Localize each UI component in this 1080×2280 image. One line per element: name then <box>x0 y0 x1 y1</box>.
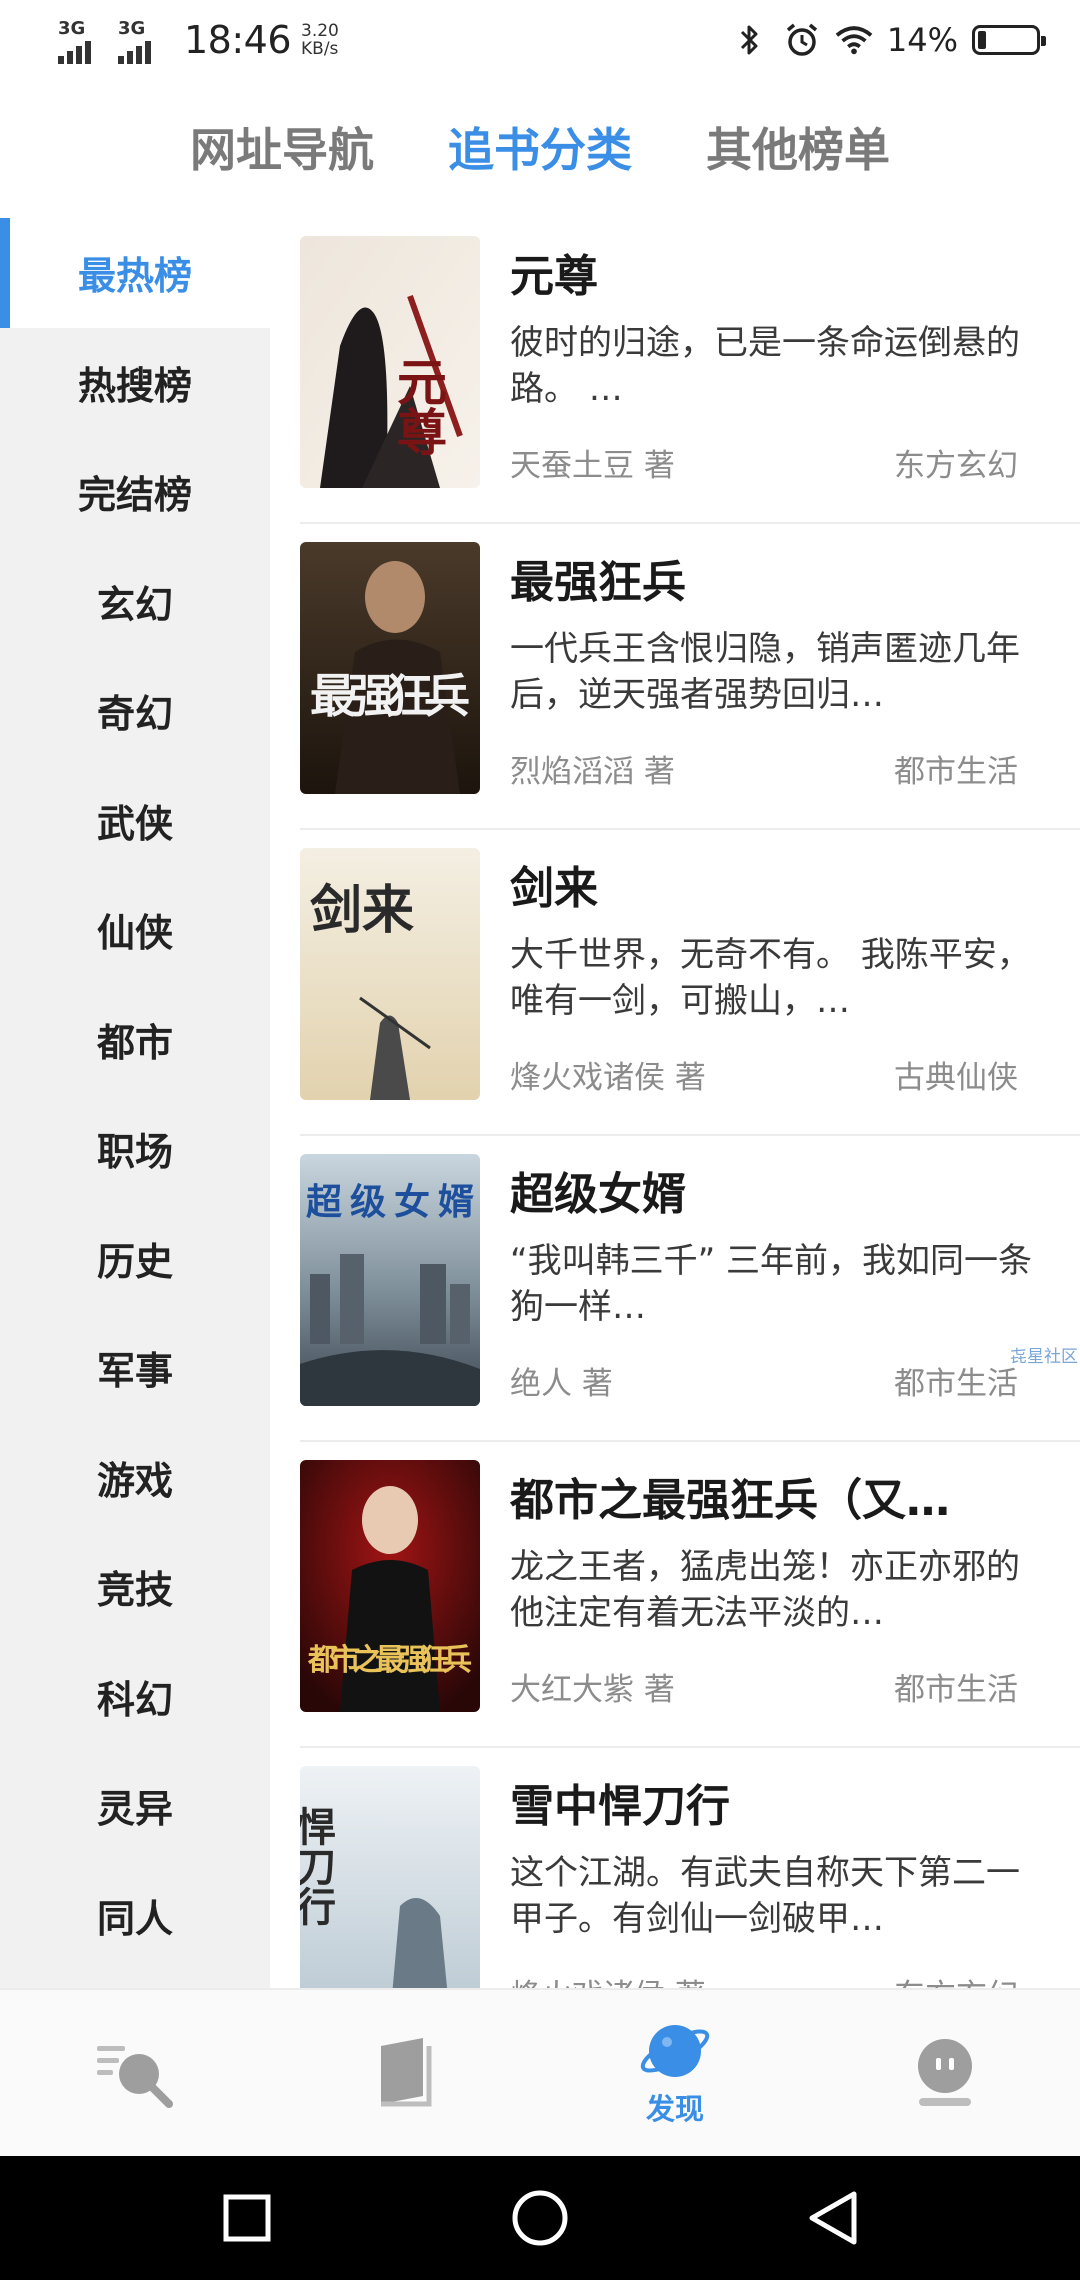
top-tab-bar: 网址导航 追书分类 其他榜单 <box>0 110 1080 190</box>
book-author: 烈焰滔滔 著 <box>510 754 675 790</box>
nav-bookshelf[interactable] <box>270 1990 540 2156</box>
search-icon <box>97 2046 173 2108</box>
book-author: 烽火戏诸侯 著 <box>510 1970 706 1988</box>
category-sidebar: 最热榜 热搜榜 完结榜 玄幻 奇幻 武侠 仙侠 都市 职场 历史 军事 游戏 竞… <box>0 218 270 1988</box>
network-type-label: 3G <box>58 18 86 39</box>
book-category: 东方玄幻 <box>894 448 1018 484</box>
app-screen: 3G 3G 18:46 3.20 KB/s 14% 网址导航 追书分类 其他榜单… <box>0 0 1080 2280</box>
book-list: 元尊 元尊 彼时的归途，已是一条命运倒悬的路。 … 天蚕土豆 著 东方玄幻 最强… <box>270 218 1080 1988</box>
book-title: 剑来 <box>510 863 598 914</box>
book-description: 彼时的归途，已是一条命运倒悬的路。 … <box>510 323 1020 409</box>
back-button[interactable] <box>783 2168 883 2268</box>
book-category: 都市生活 <box>894 1672 1018 1708</box>
tab-site-navigation[interactable]: 网址导航 <box>190 110 374 190</box>
sidebar-item-hot-search[interactable]: 热搜榜 <box>0 328 270 438</box>
sidebar-item-history[interactable]: 历史 <box>0 1204 270 1314</box>
bottom-nav: 发现 <box>0 1988 1080 2156</box>
alarm-icon <box>783 20 821 60</box>
book-category: 都市生活 <box>894 754 1018 790</box>
list-item[interactable]: 元尊 元尊 彼时的归途，已是一条命运倒悬的路。 … 天蚕土豆 著 东方玄幻 <box>270 218 1080 524</box>
list-item[interactable]: 剑来 剑来 大千世界，无奇不有。 我陈平安，唯有一剑，可搬山，… 烽火戏诸侯 著… <box>270 830 1080 1136</box>
sidebar-item-qihuan[interactable]: 奇幻 <box>0 656 270 766</box>
battery-icon <box>972 25 1046 55</box>
book-title: 雪中悍刀行 <box>510 1781 730 1832</box>
cover-title: 悍刀行 <box>300 1806 336 1926</box>
recents-button[interactable] <box>197 2168 297 2268</box>
book-cover: 元尊 <box>300 236 480 488</box>
signal-sim2-icon: 3G <box>118 16 170 64</box>
book-category: 东方玄幻 <box>894 1970 1018 1988</box>
list-item[interactable]: 悍刀行 雪中悍刀行 这个江湖。有武夫自称天下第二一甲子。有剑仙一剑破甲… 烽火戏… <box>270 1748 1080 1988</box>
sidebar-item-hottest[interactable]: 最热榜 <box>0 218 270 328</box>
book-description: 这个江湖。有武夫自称天下第二一甲子。有剑仙一剑破甲… <box>510 1853 1020 1939</box>
list-item[interactable]: 超级女婿 超级女婿 “我叫韩三千” 三年前，我如同一条狗一样… 绝人 著 都市生… <box>270 1136 1080 1442</box>
book-cover: 悍刀行 <box>300 1766 480 1988</box>
nav-discover[interactable]: 发现 <box>540 1990 810 2156</box>
book-category: 都市生活 <box>894 1366 1018 1402</box>
book-category: 古典仙侠 <box>894 1060 1018 1096</box>
sidebar-item-completed[interactable]: 完结榜 <box>0 437 270 547</box>
cover-title: 剑来 <box>310 881 414 941</box>
book-author: 烽火戏诸侯 著 <box>510 1060 706 1096</box>
tab-book-categories[interactable]: 追书分类 <box>448 110 632 190</box>
book-cover: 超级女婿 <box>300 1154 480 1406</box>
book-author: 绝人 著 <box>510 1366 613 1402</box>
book-icon <box>381 2038 432 2107</box>
nav-discover-label: 发现 <box>645 2092 704 2126</box>
book-author: 大红大紫 著 <box>510 1672 675 1708</box>
network-type-label: 3G <box>118 18 146 39</box>
book-cover: 都市之最强狂兵 <box>300 1460 480 1712</box>
sidebar-item-scifi[interactable]: 科幻 <box>0 1642 270 1752</box>
sidebar-item-xianxia[interactable]: 仙侠 <box>0 875 270 985</box>
wifi-icon <box>835 20 873 60</box>
book-title: 元尊 <box>510 251 598 302</box>
bluetooth-icon <box>731 20 769 60</box>
sidebar-item-workplace[interactable]: 职场 <box>0 1094 270 1204</box>
clock: 18:46 <box>184 18 292 62</box>
nav-search[interactable] <box>0 1990 270 2156</box>
sidebar-item-games[interactable]: 游戏 <box>0 1423 270 1533</box>
book-description: 龙之王者，猛虎出笼！亦正亦邪的他注定有着无法平淡的… <box>510 1547 1020 1633</box>
profile-icon <box>918 2039 972 2106</box>
nav-profile[interactable] <box>810 1990 1080 2156</box>
signal-sim1-icon: 3G <box>58 16 110 64</box>
status-left: 3G 3G 18:46 3.20 KB/s <box>58 14 339 66</box>
network-speed-value: 3.20 <box>301 21 339 41</box>
back-triangle-icon <box>809 2191 857 2245</box>
sidebar-item-wuxia[interactable]: 武侠 <box>0 766 270 876</box>
network-speed-unit: KB/s <box>301 39 339 59</box>
sidebar-item-military[interactable]: 军事 <box>0 1313 270 1423</box>
status-right: 14% <box>731 14 1046 66</box>
network-speed: 3.20 KB/s <box>301 22 339 58</box>
book-title: 都市之最强狂兵（又… <box>510 1475 950 1526</box>
book-cover: 最强狂兵 <box>300 542 480 794</box>
square-icon <box>223 2194 271 2242</box>
book-author: 天蚕土豆 著 <box>510 448 675 484</box>
sidebar-item-fanfiction[interactable]: 同人 <box>0 1861 270 1971</box>
book-description: “我叫韩三千” 三年前，我如同一条狗一样… <box>510 1241 1033 1327</box>
list-item[interactable]: 都市之最强狂兵 都市之最强狂兵（又… 龙之王者，猛虎出笼！亦正亦邪的他注定有着无… <box>270 1442 1080 1748</box>
battery-percent: 14% <box>886 21 958 59</box>
cover-title: 都市之最强狂兵 <box>307 1643 472 1678</box>
book-description: 大千世界，无奇不有。 我陈平安，唯有一剑，可搬山，… <box>510 935 1031 1021</box>
book-description: 一代兵王含恨归隐，销声匿迹几年后，逆天强者强势回归… <box>510 629 1020 715</box>
sidebar-item-supernatural[interactable]: 灵异 <box>0 1751 270 1861</box>
system-nav-bar <box>0 2156 1080 2280</box>
book-title: 最强狂兵 <box>510 557 686 608</box>
book-title: 超级女婿 <box>510 1169 686 1220</box>
list-item[interactable]: 最强狂兵 最强狂兵 一代兵王含恨归隐，销声匿迹几年后，逆天强者强势回归… 烈焰滔… <box>270 524 1080 830</box>
sidebar-item-urban[interactable]: 都市 <box>0 985 270 1095</box>
cover-title: 最强狂兵 <box>310 669 470 723</box>
book-cover: 剑来 <box>300 848 480 1100</box>
circle-icon <box>512 2190 568 2246</box>
watermark: 㐂星社区 <box>1010 1347 1078 1367</box>
planet-icon <box>640 2025 710 2077</box>
tab-other-rankings[interactable]: 其他榜单 <box>706 110 890 190</box>
status-bar: 3G 3G 18:46 3.20 KB/s 14% <box>0 0 1080 80</box>
sidebar-item-sports[interactable]: 竞技 <box>0 1532 270 1642</box>
sidebar-item-xuanhuan[interactable]: 玄幻 <box>0 547 270 657</box>
cover-title: 元尊 <box>389 356 447 456</box>
home-button[interactable] <box>490 2168 590 2268</box>
